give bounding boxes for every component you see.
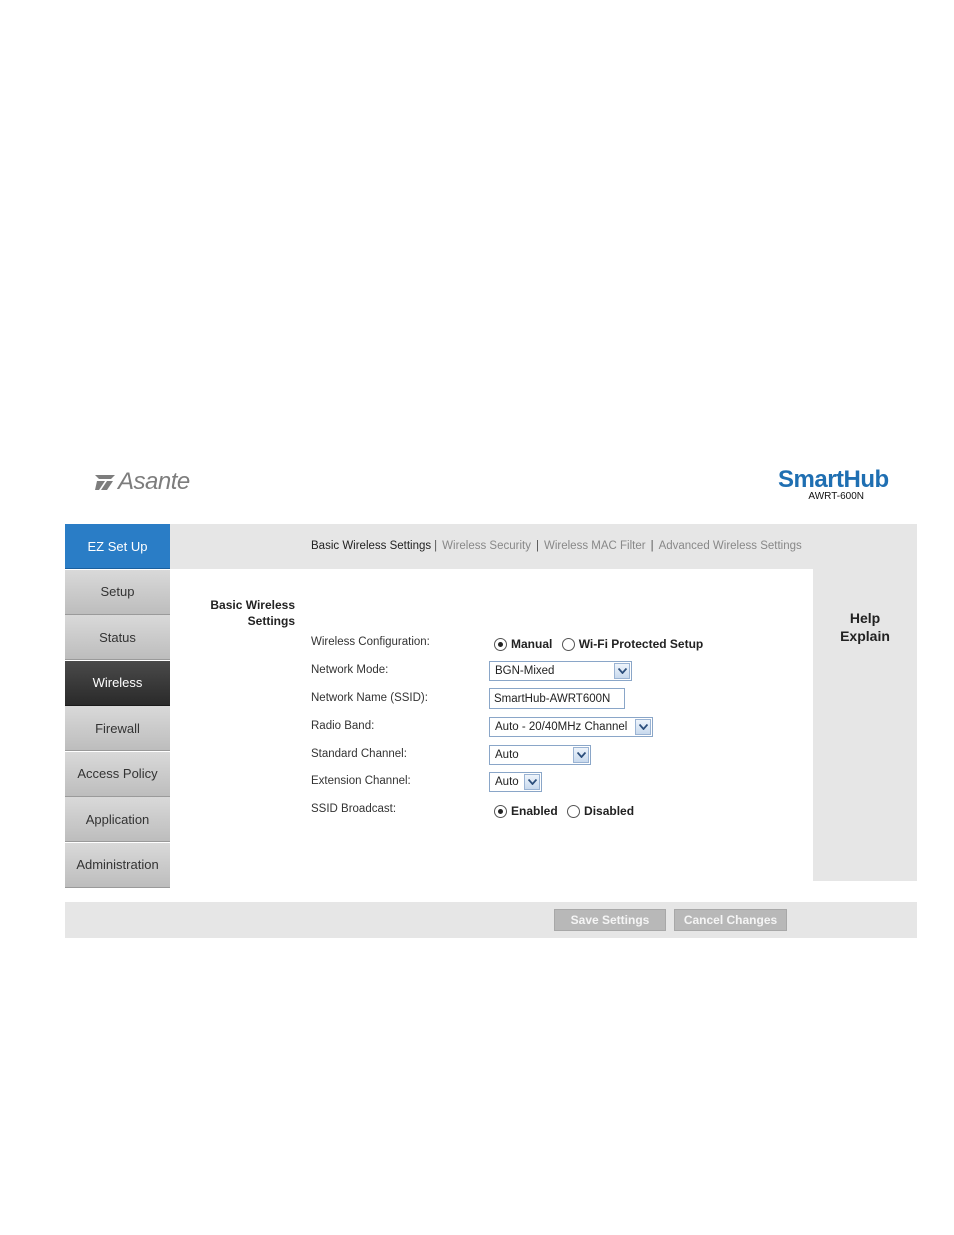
- radio-band-label: Radio Band:: [311, 720, 375, 732]
- tab-separator: |: [434, 540, 438, 552]
- chevron-down-icon[interactable]: [614, 663, 630, 679]
- cancel-changes-button[interactable]: Cancel Changes: [674, 909, 787, 931]
- radio-unselected-icon[interactable]: [561, 637, 575, 651]
- explain-link[interactable]: Explain: [813, 627, 917, 645]
- sidebar-item-label: Setup: [100, 584, 135, 599]
- product-name: SmartHub: [778, 466, 889, 493]
- extension-channel-select[interactable]: Auto: [489, 772, 542, 792]
- wireless-config-radio-group: Manual Wi-Fi Protected Setup: [494, 637, 709, 654]
- sidebar-item-label: EZ Set Up: [87, 538, 148, 554]
- sidebar-item-status[interactable]: Status: [65, 615, 170, 660]
- chevron-down-icon[interactable]: [635, 719, 651, 735]
- network-mode-label: Network Mode:: [311, 664, 389, 676]
- select-value: Auto: [495, 749, 519, 761]
- ssid-label: Network Name (SSID):: [311, 692, 428, 704]
- radio-label: Wi-Fi Protected Setup: [578, 637, 704, 651]
- sidebar-item-setup[interactable]: Setup: [65, 569, 170, 615]
- tab-basic-wireless-settings[interactable]: Basic Wireless Settings: [311, 540, 431, 552]
- radio-label: Enabled: [511, 804, 558, 818]
- select-value: Auto: [495, 776, 519, 788]
- asante-logo-icon: [95, 475, 115, 490]
- tab-bar: Basic Wireless Settings | Wireless Securit…: [170, 524, 917, 569]
- model-number: AWRT-600N: [808, 491, 864, 502]
- tab-separator: |: [650, 540, 654, 552]
- sidebar-item-wireless[interactable]: Wireless: [65, 660, 170, 706]
- ssid-broadcast-label: SSID Broadcast:: [311, 803, 397, 815]
- sidebar-item-access-policy[interactable]: Access Policy: [65, 751, 170, 797]
- help-label: Help: [849, 610, 881, 626]
- radio-label: Disabled: [584, 804, 635, 818]
- ssid-input[interactable]: [489, 688, 625, 709]
- section-title: Basic Wireless Settings: [180, 597, 295, 629]
- wireless-config-label: Wireless Configuration:: [311, 636, 430, 648]
- save-settings-button[interactable]: Save Settings: [554, 909, 666, 931]
- radio-band-select[interactable]: Auto - 20/40MHz Channel: [489, 717, 653, 737]
- ssid-broadcast-disabled-option[interactable]: Disabled: [567, 804, 634, 818]
- sidebar-nav: EZ Set Up Setup Status Wireless Firewall…: [65, 524, 170, 888]
- sidebar-item-label: Status: [99, 629, 136, 645]
- tab-separator: |: [535, 540, 539, 552]
- radio-selected-icon[interactable]: [494, 804, 507, 818]
- wireless-config-wps-option[interactable]: Wi-Fi Protected Setup: [561, 637, 704, 651]
- sidebar-item-ez-setup[interactable]: EZ Set Up: [65, 524, 170, 569]
- sidebar-item-application[interactable]: Application: [65, 797, 170, 842]
- asante-logo: Asante: [95, 468, 190, 496]
- extension-channel-label: Extension Channel:: [311, 775, 411, 787]
- ssid-broadcast-enabled-option[interactable]: Enabled: [494, 804, 558, 818]
- sidebar-item-label: Access Policy: [77, 766, 158, 781]
- sidebar-item-firewall[interactable]: Firewall: [65, 706, 170, 751]
- select-value: Auto - 20/40MHz Channel: [495, 721, 628, 733]
- tab-advanced-wireless-settings[interactable]: Advanced Wireless Settings: [659, 540, 802, 552]
- smarthub-logo: SmartHub AWRT-600N: [778, 466, 889, 502]
- sidebar-item-label: Application: [85, 811, 150, 827]
- tab-wireless-security[interactable]: Wireless Security: [442, 540, 531, 552]
- sidebar-item-administration[interactable]: Administration: [65, 842, 170, 888]
- network-mode-select[interactable]: BGN-Mixed: [489, 661, 632, 681]
- section-title-line2: Settings: [247, 614, 295, 628]
- chevron-down-icon[interactable]: [573, 747, 589, 763]
- asante-logo-text: Asante: [118, 468, 190, 495]
- radio-selected-icon[interactable]: [494, 637, 507, 651]
- help-title: Help Explain: [813, 609, 917, 645]
- wireless-config-manual-option[interactable]: Manual: [494, 637, 552, 651]
- tab-wireless-mac-filter[interactable]: Wireless MAC Filter: [544, 540, 646, 552]
- chevron-down-icon[interactable]: [524, 774, 540, 790]
- tab-list: Basic Wireless Settings | Wireless Securit…: [311, 540, 802, 552]
- radio-unselected-icon[interactable]: [567, 804, 581, 818]
- radio-label: Manual: [511, 637, 553, 651]
- footer-bar: Save Settings Cancel Changes: [65, 902, 917, 938]
- sidebar-item-label: Firewall: [95, 720, 140, 736]
- ssid-broadcast-radio-group: Enabled Disabled: [494, 804, 640, 821]
- help-panel: Help Explain: [813, 569, 917, 881]
- standard-channel-select[interactable]: Auto: [489, 745, 591, 765]
- sidebar-item-label: Wireless: [92, 675, 143, 690]
- standard-channel-label: Standard Channel:: [311, 748, 407, 760]
- sidebar-item-label: Administration: [76, 857, 159, 872]
- select-value: BGN-Mixed: [495, 665, 555, 677]
- section-title-line1: Basic Wireless: [210, 598, 295, 612]
